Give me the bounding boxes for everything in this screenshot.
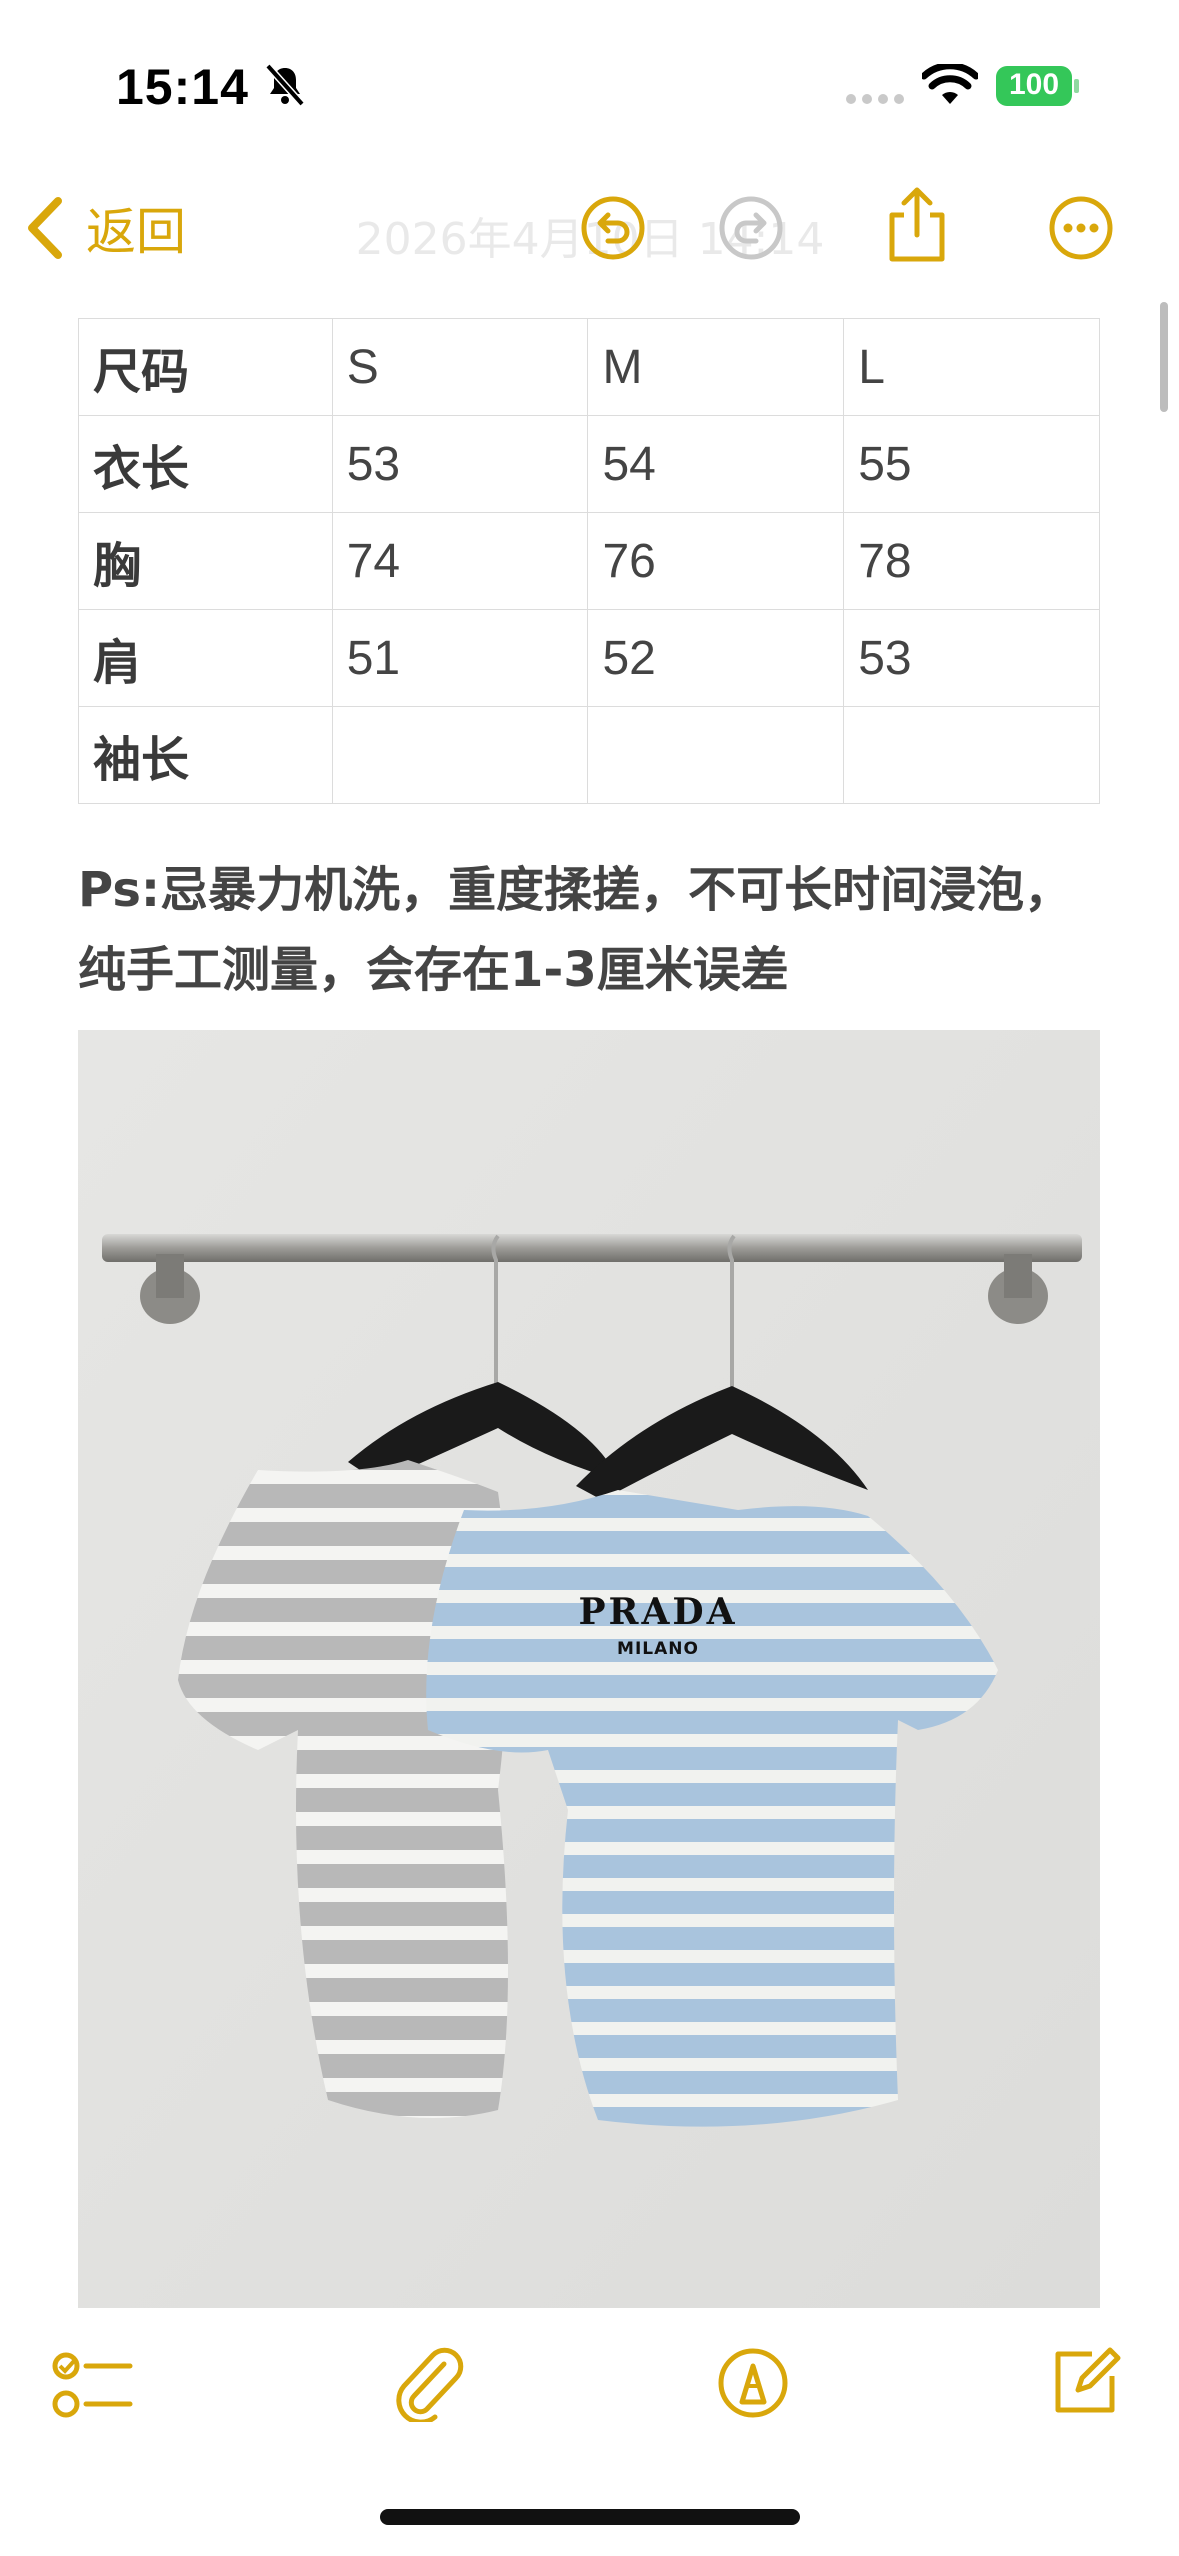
table-cell[interactable]: 76: [587, 512, 845, 610]
photo-brand-text: PRADA: [578, 1591, 737, 1633]
size-table: 尺码 S M L 衣长 53 54 55 胸 74 76 78 肩 51 52 …: [78, 318, 1100, 804]
more-options-button[interactable]: [1046, 193, 1116, 263]
status-time: 15:14: [116, 59, 249, 115]
back-button[interactable]: 返回: [26, 193, 186, 263]
table-row: 肩 51 52 53: [78, 609, 1100, 707]
table-cell[interactable]: [331, 706, 589, 804]
redo-button[interactable]: [716, 193, 786, 263]
bottom-toolbar: [0, 2320, 1179, 2460]
paperclip-icon: [396, 2347, 464, 2425]
wifi-icon: [922, 64, 978, 104]
table-cell[interactable]: 54: [587, 415, 845, 513]
table-cell[interactable]: 53: [843, 609, 1100, 707]
checklist-icon: [52, 2352, 133, 2418]
checklist-button[interactable]: [52, 2350, 134, 2427]
chevron-left-icon: [28, 197, 62, 259]
cellular-signal-icon: [846, 94, 904, 104]
table-cell[interactable]: 78: [843, 512, 1100, 610]
redo-icon: [719, 196, 783, 260]
table-cell[interactable]: 袖长: [78, 706, 333, 804]
table-cell[interactable]: 胸: [78, 512, 333, 610]
compose-note-button[interactable]: [1048, 2344, 1122, 2423]
table-cell[interactable]: 51: [331, 609, 589, 707]
table-cell[interactable]: 52: [587, 609, 845, 707]
undo-icon: [581, 196, 645, 260]
compose-icon: [1055, 2347, 1121, 2413]
home-indicator[interactable]: [380, 2509, 800, 2525]
battery-percent: 100: [1008, 68, 1060, 101]
status-bar: 15:14 100: [0, 0, 1179, 150]
table-cell[interactable]: 53: [331, 415, 589, 513]
share-button[interactable]: [884, 185, 950, 265]
garment-photo-image: PRADA MILANO: [78, 1030, 1100, 2308]
navigation-bar: 返回 2026年4月10日 14:14: [0, 175, 1179, 285]
attached-photo[interactable]: PRADA MILANO: [78, 1030, 1100, 2308]
photo-sub-text: MILANO: [617, 1639, 699, 1659]
back-label: 返回: [86, 203, 186, 261]
markup-button[interactable]: [716, 2346, 790, 2425]
table-header-row: 尺码 S M L: [78, 318, 1100, 416]
table-row: 胸 74 76 78: [78, 512, 1100, 610]
table-cell[interactable]: [587, 706, 845, 804]
table-cell[interactable]: 肩: [78, 609, 333, 707]
table-cell[interactable]: S: [331, 318, 589, 416]
markup-pen-icon: [718, 2348, 788, 2418]
table-cell[interactable]: 74: [331, 512, 589, 610]
table-cell[interactable]: 衣长: [78, 415, 333, 513]
table-cell[interactable]: 尺码: [78, 318, 333, 416]
table-row: 袖长: [78, 706, 1100, 804]
table-cell[interactable]: M: [587, 318, 845, 416]
table-row: 衣长 53 54 55: [78, 415, 1100, 513]
table-cell[interactable]: 55: [843, 415, 1100, 513]
ellipsis-icon: [1049, 196, 1113, 260]
scroll-indicator[interactable]: [1160, 302, 1168, 412]
share-icon: [889, 187, 945, 262]
battery-indicator: 100: [996, 66, 1080, 106]
table-cell[interactable]: L: [843, 318, 1100, 416]
note-body-text[interactable]: Ps:忌暴力机洗，重度揉搓，不可长时间浸泡，纯手工测量，会存在1-3厘米误差: [78, 850, 1098, 1010]
silent-mode-icon: [265, 63, 305, 107]
table-cell[interactable]: [843, 706, 1100, 804]
attachment-button[interactable]: [392, 2346, 466, 2427]
undo-button[interactable]: [578, 193, 648, 263]
